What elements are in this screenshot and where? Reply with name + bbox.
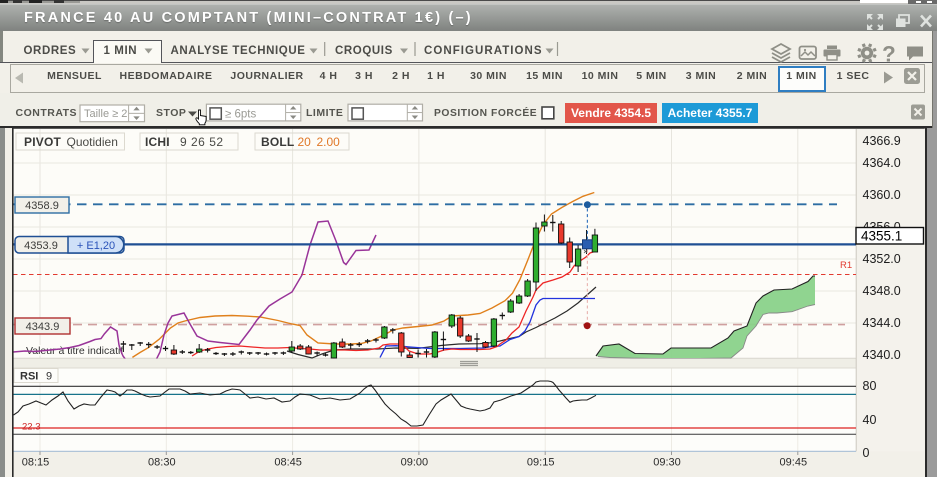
svg-text:Taille ≥ 2: Taille ≥ 2 bbox=[84, 108, 127, 120]
svg-text:≥ 6pts: ≥ 6pts bbox=[225, 109, 256, 121]
